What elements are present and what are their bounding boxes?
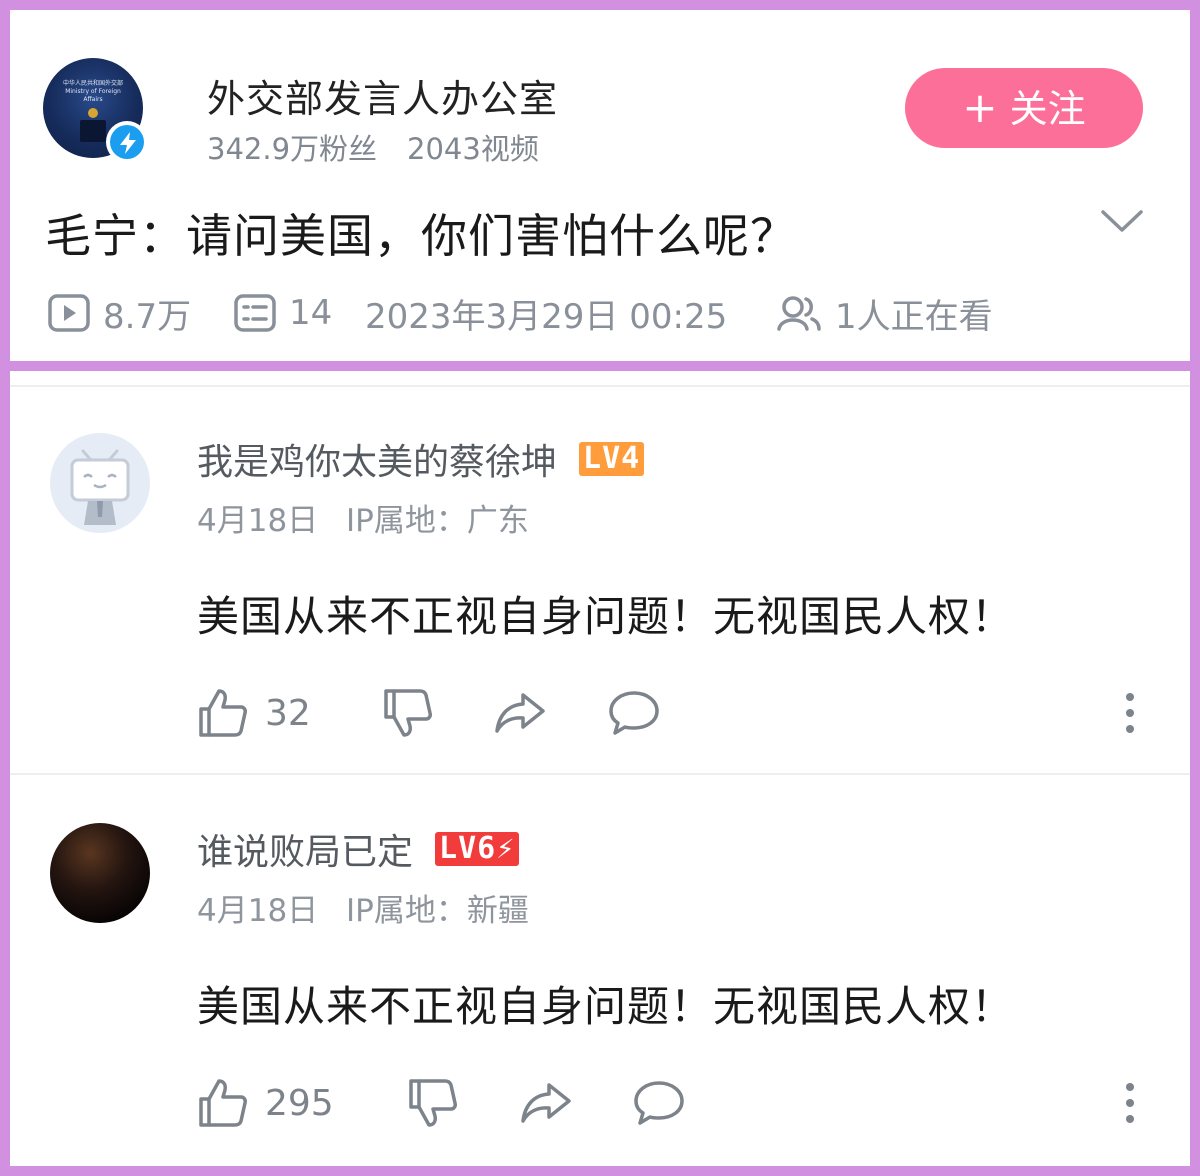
more-vertical-icon bbox=[1126, 693, 1134, 733]
view-count: 8.7万 bbox=[47, 288, 191, 338]
uploader-stats: 342.9万粉丝 2043视频 bbox=[207, 126, 539, 168]
uploader-name[interactable]: 外交部发言人办公室 bbox=[207, 68, 558, 123]
video-info-panel: 中华人民共和国外交部 Ministry of Foreign Affairs 外… bbox=[10, 10, 1190, 361]
comment-item: 我是鸡你太美的蔡徐坤 LV4 4月18日 IP属地：广东 美国从来不正视自身问题… bbox=[10, 433, 1190, 773]
view-count-text: 8.7万 bbox=[103, 296, 192, 337]
follower-count: 342.9万粉丝 bbox=[207, 132, 378, 166]
thumbs-down-icon bbox=[409, 1079, 457, 1127]
publish-time-text: 2023年3月29日 00:25 bbox=[365, 296, 728, 337]
commenter-avatar[interactable] bbox=[50, 823, 150, 923]
more-options-button[interactable] bbox=[1122, 683, 1138, 743]
like-button[interactable]: 32 bbox=[197, 683, 311, 743]
follow-label: 关注 bbox=[1009, 87, 1086, 131]
divider bbox=[10, 385, 1190, 387]
video-title: 毛宁：请问美国，你们害怕什么呢？ bbox=[45, 209, 797, 263]
comment-item: 谁说败局已定 LV6⚡ 4月18日 IP属地：新疆 美国从来不正视自身问题！无视… bbox=[10, 823, 1190, 1163]
commenter-name-row: 谁说败局已定 LV6⚡ bbox=[197, 823, 520, 875]
comment-ip: IP属地：广东 bbox=[346, 503, 529, 539]
thumbs-up-icon bbox=[199, 1079, 247, 1127]
reply-button[interactable] bbox=[632, 1073, 686, 1133]
watching-now-text: 1人正在看 bbox=[835, 296, 993, 337]
verified-badge-icon bbox=[106, 121, 148, 163]
publish-time: 2023年3月29日 00:25 bbox=[365, 288, 727, 338]
tv-mascot-icon bbox=[70, 449, 130, 525]
commenter-name[interactable]: 谁说败局已定 bbox=[197, 823, 413, 875]
dislike-button[interactable] bbox=[407, 1073, 459, 1133]
play-icon bbox=[48, 294, 90, 332]
comment-meta: 4月18日 IP属地：新疆 bbox=[197, 885, 529, 930]
comment-actions: 295 bbox=[197, 1073, 1157, 1133]
emblem-icon bbox=[88, 108, 98, 118]
danmaku-icon bbox=[234, 294, 276, 332]
level-badge: LV4 bbox=[579, 442, 645, 476]
divider bbox=[10, 773, 1190, 775]
podium-icon bbox=[80, 120, 106, 142]
more-vertical-icon bbox=[1126, 1083, 1134, 1123]
share-icon bbox=[521, 1083, 571, 1123]
comments-panel: 我是鸡你太美的蔡徐坤 LV4 4月18日 IP属地：广东 美国从来不正视自身问题… bbox=[10, 371, 1190, 1166]
like-count: 295 bbox=[265, 1082, 334, 1124]
share-icon bbox=[495, 693, 545, 733]
watching-now: 1人正在看 bbox=[775, 288, 993, 338]
viewers-icon bbox=[777, 296, 821, 331]
follow-button[interactable]: + 关注 bbox=[905, 68, 1143, 148]
danmaku-count-text: 14 bbox=[289, 293, 333, 333]
share-button[interactable] bbox=[519, 1073, 573, 1133]
comment-actions: 32 bbox=[197, 683, 1157, 743]
comment-text: 美国从来不正视自身问题！无视国民人权！ bbox=[197, 592, 1015, 641]
reply-button[interactable] bbox=[607, 683, 661, 743]
level-badge: LV6⚡ bbox=[435, 832, 520, 866]
video-count: 2043视频 bbox=[407, 132, 539, 166]
like-button[interactable]: 295 bbox=[197, 1073, 334, 1133]
share-button[interactable] bbox=[493, 683, 547, 743]
like-count: 32 bbox=[265, 692, 311, 734]
danmaku-count: 14 bbox=[233, 288, 332, 338]
more-options-button[interactable] bbox=[1122, 1073, 1138, 1133]
comment-date: 4月18日 bbox=[197, 893, 319, 929]
thumbs-down-icon bbox=[384, 689, 432, 737]
chevron-down-icon[interactable] bbox=[1100, 206, 1144, 236]
comment-date: 4月18日 bbox=[197, 503, 319, 539]
comment-bubble-icon bbox=[634, 1081, 684, 1125]
comment-meta: 4月18日 IP属地：广东 bbox=[197, 495, 529, 540]
commenter-avatar[interactable] bbox=[50, 433, 150, 533]
comment-ip: IP属地：新疆 bbox=[346, 893, 529, 929]
commenter-name[interactable]: 我是鸡你太美的蔡徐坤 bbox=[197, 433, 557, 485]
commenter-name-row: 我是鸡你太美的蔡徐坤 LV4 bbox=[197, 433, 645, 485]
dislike-button[interactable] bbox=[382, 683, 434, 743]
comment-text: 美国从来不正视自身问题！无视国民人权！ bbox=[197, 982, 1015, 1031]
plus-icon: + bbox=[962, 83, 998, 132]
comment-bubble-icon bbox=[609, 691, 659, 735]
avatar-caption: 中华人民共和国外交部 Ministry of Foreign Affairs bbox=[62, 80, 123, 103]
thumbs-up-icon bbox=[199, 689, 247, 737]
